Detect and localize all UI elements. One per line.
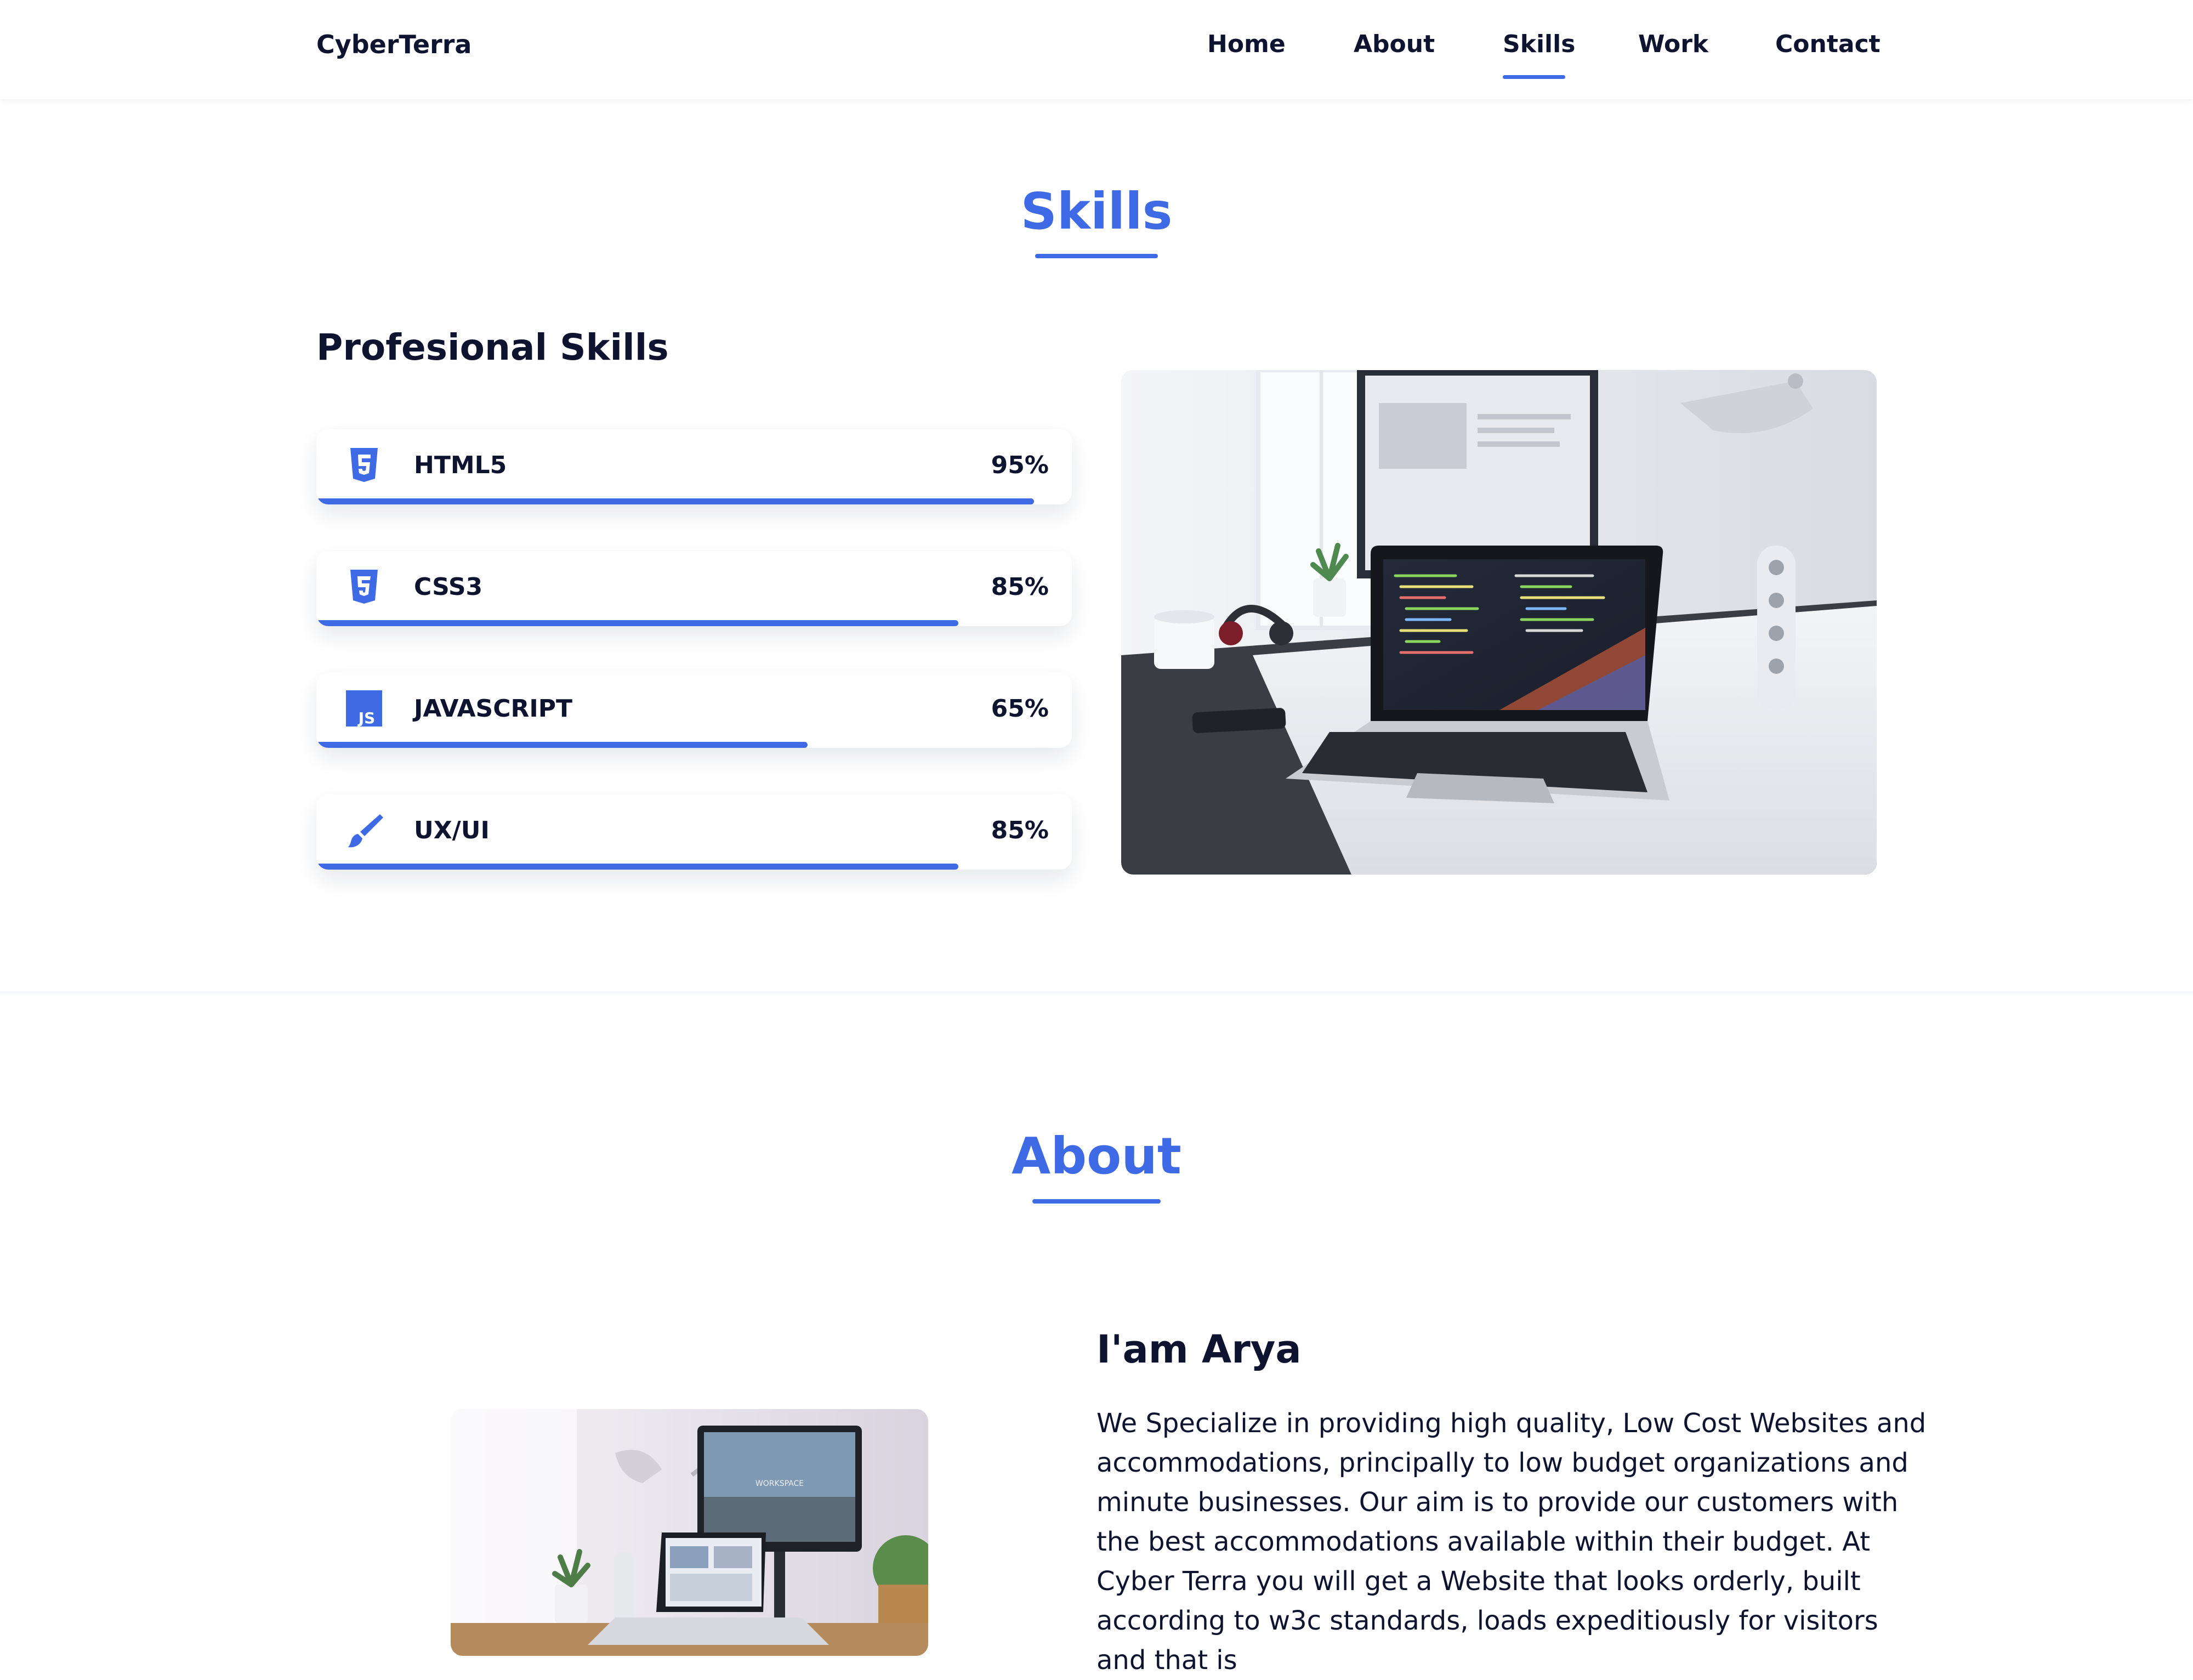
- skill-progress-bar: [316, 498, 1035, 504]
- skill-name: JAVASCRIPT: [414, 695, 573, 723]
- skills-title-underline: [1035, 254, 1158, 258]
- laptop-desk-illustration: [1121, 370, 1877, 875]
- skill-percent: 95%: [991, 451, 1049, 479]
- javascript-icon: JS: [346, 690, 382, 727]
- site-logo[interactable]: CyberTerra: [316, 29, 471, 60]
- skill-percent: 85%: [991, 816, 1049, 844]
- about-name-heading: I'am Arya: [1096, 1327, 1302, 1372]
- nav-skills[interactable]: Skills: [1503, 29, 1575, 60]
- section-divider: [0, 991, 2193, 996]
- skill-card-css3: CSS3 85%: [316, 551, 1072, 626]
- skill-progress-bar: [316, 864, 959, 870]
- workspace-photo: WORKSPACE: [451, 1409, 928, 1656]
- skill-percent: 85%: [991, 573, 1049, 601]
- skills-section-title: Skills: [1020, 182, 1173, 241]
- workspace-illustration: WORKSPACE: [451, 1409, 928, 1656]
- svg-text:JS: JS: [357, 709, 376, 727]
- active-nav-indicator: [1503, 75, 1565, 79]
- nav-contact[interactable]: Contact: [1775, 29, 1880, 60]
- skill-progress-bar: [316, 620, 959, 626]
- html5-icon: [350, 448, 378, 482]
- professional-skills-heading: Profesional Skills: [316, 326, 669, 368]
- about-paragraph: We Specialize in providing high quality,…: [1096, 1408, 1927, 1676]
- skill-name: CSS3: [414, 573, 483, 601]
- skill-name: UX/UI: [414, 816, 490, 844]
- about-section-title: About: [1012, 1127, 1181, 1185]
- skill-name: HTML5: [414, 451, 507, 479]
- site-header: CyberTerra Home About Skills Work Contac…: [0, 0, 2193, 99]
- skill-card-javascript: JS JAVASCRIPT 65%: [316, 673, 1072, 748]
- skill-progress-bar: [316, 742, 808, 748]
- css3-icon: [350, 570, 378, 604]
- laptop-desk-photo: [1121, 370, 1877, 875]
- about-title-underline: [1032, 1199, 1161, 1204]
- nav-work[interactable]: Work: [1638, 29, 1708, 60]
- brush-icon: [348, 814, 383, 848]
- skill-percent: 65%: [991, 695, 1049, 723]
- skill-card-uxui: UX/UI 85%: [316, 794, 1072, 870]
- nav-home[interactable]: Home: [1207, 29, 1286, 60]
- nav-about[interactable]: About: [1354, 29, 1435, 60]
- svg-text:WORKSPACE: WORKSPACE: [755, 1479, 804, 1488]
- skill-card-html5: HTML5 95%: [316, 429, 1072, 504]
